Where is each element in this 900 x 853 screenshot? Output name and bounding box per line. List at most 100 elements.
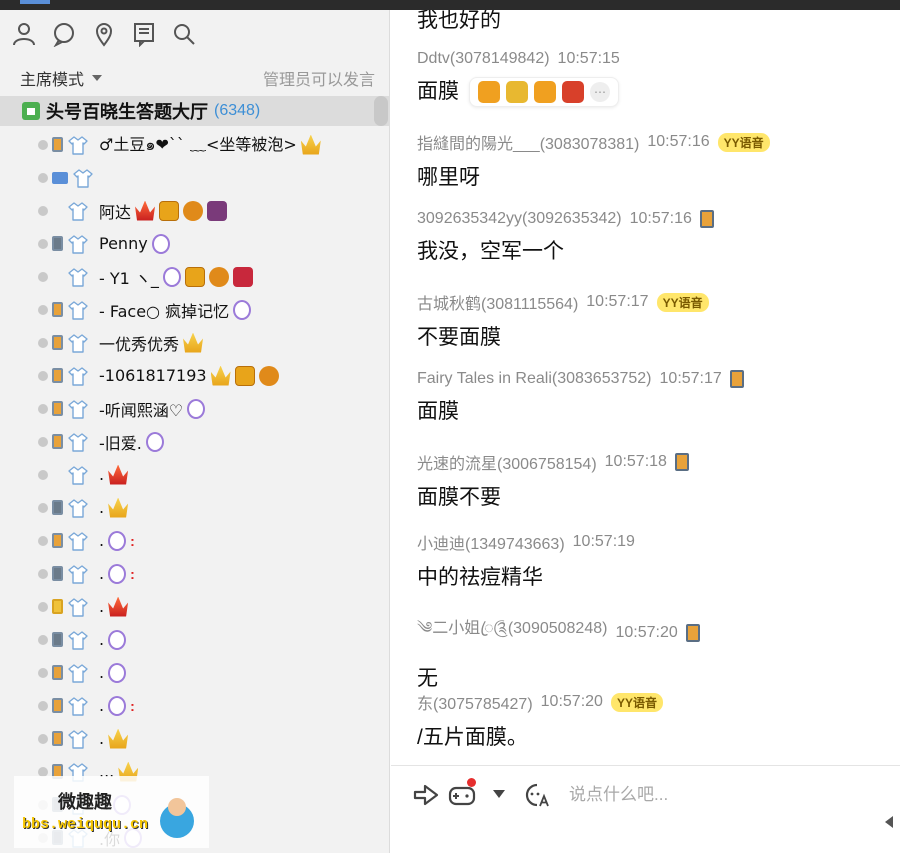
vest-icon: [67, 233, 89, 255]
redcrown-badge-icon: [108, 464, 129, 485]
message-header: 东(3075785427) 10:57:20 YY语音: [417, 690, 663, 714]
message-sender[interactable]: 古城秋鹤(3081115564): [417, 290, 578, 314]
collapse-arrow-icon[interactable]: [885, 816, 893, 828]
phone-icon: [52, 731, 63, 746]
translate-icon[interactable]: [521, 780, 551, 810]
active-tab-indicator: [20, 0, 50, 4]
yy-voice-badge: YY语音: [656, 292, 709, 312]
member-row[interactable]: .:: [0, 689, 389, 722]
watermark-url: bbs.weiququ.cn: [22, 816, 149, 833]
message-header: Ddtv(3078149842) 10:57:15: [417, 50, 620, 68]
sidebar-scrollbar[interactable]: [374, 96, 388, 126]
message-time: 10:57:19: [572, 533, 635, 550]
phone-icon: [52, 599, 63, 614]
message-sender[interactable]: 东(3075785427): [417, 690, 533, 714]
vest-icon: [67, 365, 89, 387]
member-row[interactable]: 阿达: [0, 194, 389, 227]
message-text: 哪里呀: [417, 161, 770, 191]
member-row[interactable]: .: [0, 722, 389, 755]
message-sender[interactable]: 小迪迪(1349743663): [417, 530, 565, 554]
status-dot: [38, 238, 48, 249]
gold-badge-icon: [234, 365, 255, 386]
member-row[interactable]: .: [0, 491, 389, 524]
search-icon[interactable]: [170, 20, 198, 48]
message-sender[interactable]: 光速的流星(3006758154): [417, 450, 597, 474]
message-sender[interactable]: Fairy Tales in Reali(3083653752): [417, 370, 652, 388]
phone-icon: [52, 302, 63, 317]
member-row[interactable]: 一优秀优秀: [0, 326, 389, 359]
member-row[interactable]: - Y1 ヽ_: [0, 260, 389, 293]
message-sender[interactable]: Ddtv(3078149842): [417, 50, 550, 68]
message-time: 10:57:18: [604, 453, 667, 470]
notice-board-icon[interactable]: [130, 20, 158, 48]
purple-badge-icon: [108, 530, 127, 551]
message-sender[interactable]: 3092635342yy(3092635342): [417, 210, 622, 228]
member-name: .: [99, 498, 105, 517]
chat-input-bar: [391, 765, 900, 853]
gamepad-icon[interactable]: [447, 778, 477, 810]
message-header: ༄二小姐ꦿ༊(3090508248) 10:57:20: [417, 610, 700, 655]
message-sender[interactable]: 指縫間的陽光___(3083078381): [417, 130, 639, 154]
message-header: 指縫間的陽光___(3083078381) 10:57:16 YY语音: [417, 130, 770, 154]
emoji-reaction-icon[interactable]: [478, 81, 500, 104]
chat-message: ༄二小姐ꦿ༊(3090508248) 10:57:20 无: [417, 610, 700, 692]
status-dot: [38, 436, 48, 447]
location-icon[interactable]: [90, 20, 118, 48]
member-row[interactable]: -听闻熙涵♡: [0, 392, 389, 425]
message-header: 古城秋鹤(3081115564) 10:57:17 YY语音: [417, 290, 709, 314]
user-icon[interactable]: [10, 20, 38, 48]
chat-bubble-icon[interactable]: [50, 20, 78, 48]
member-row[interactable]: .: [0, 590, 389, 623]
member-row[interactable]: -1061817193: [0, 359, 389, 392]
member-row[interactable]: ♂土豆๑❤`` ﹏<坐等被泡>: [0, 128, 389, 161]
vest-icon: [67, 728, 89, 750]
member-row[interactable]: .: [0, 623, 389, 656]
phone-icon: [52, 236, 63, 251]
member-row[interactable]: -旧爱.: [0, 425, 389, 458]
member-row[interactable]: .: [0, 656, 389, 689]
member-row[interactable]: .: [0, 458, 389, 491]
chat-message: 小迪迪(1349743663) 10:57:19 中的祛痘精华: [417, 530, 635, 591]
chat-message: 古城秋鹤(3081115564) 10:57:17 YY语音不要面膜: [417, 290, 709, 351]
message-text: 不要面膜: [417, 321, 709, 351]
vest-icon: [67, 497, 89, 519]
status-dot: [38, 139, 48, 150]
message-sender[interactable]: ༄二小姐ꦿ༊(3090508248): [417, 610, 607, 655]
phone-icon: [52, 368, 63, 383]
message-text: /五片面膜。: [417, 721, 663, 751]
chat-input[interactable]: [569, 780, 869, 810]
sidebar-toolbar: [10, 20, 198, 50]
emoji-reaction-icon[interactable]: [534, 81, 556, 104]
redmark-badge-icon: :: [130, 697, 135, 714]
message-body: 无: [417, 667, 438, 690]
member-name: .: [99, 630, 105, 649]
channel-member-count: (6348): [214, 102, 261, 119]
member-row[interactable]: - Face○ 疯掉记忆: [0, 293, 389, 326]
member-row[interactable]: Penny: [0, 227, 389, 260]
redmark-badge-icon: :: [130, 532, 135, 549]
crown-badge-icon: [108, 728, 129, 749]
share-arrow-icon[interactable]: [411, 780, 441, 810]
redcrown-badge-icon: [108, 596, 129, 617]
reaction-bar: ⋯: [469, 77, 619, 108]
chevron-down-icon: [92, 75, 103, 81]
chevron-down-icon[interactable]: [493, 790, 505, 798]
message-body: 哪里呀: [417, 166, 480, 189]
channel-header[interactable]: 头号百晓生答题大厅 (6348): [0, 96, 389, 126]
phone-icon: [52, 533, 63, 548]
member-row[interactable]: [0, 161, 389, 194]
member-row[interactable]: .:: [0, 557, 389, 590]
mode-dropdown[interactable]: 主席模式: [20, 66, 103, 90]
vest-icon: [67, 431, 89, 453]
crown-badge-icon: [300, 134, 321, 155]
more-reactions-icon[interactable]: ⋯: [590, 82, 610, 103]
emoji-reaction-icon[interactable]: [506, 81, 528, 104]
owl-badge-icon: [183, 200, 204, 221]
message-time: 10:57:17: [586, 293, 649, 310]
emoji-reaction-icon[interactable]: [562, 81, 584, 104]
member-row[interactable]: .:: [0, 524, 389, 557]
watermark-title: 微趣趣: [58, 792, 112, 812]
member-name: 阿达: [99, 202, 132, 222]
chat-message: 光速的流星(3006758154) 10:57:18 面膜不要: [417, 450, 689, 511]
purple-badge-icon: [162, 266, 181, 287]
